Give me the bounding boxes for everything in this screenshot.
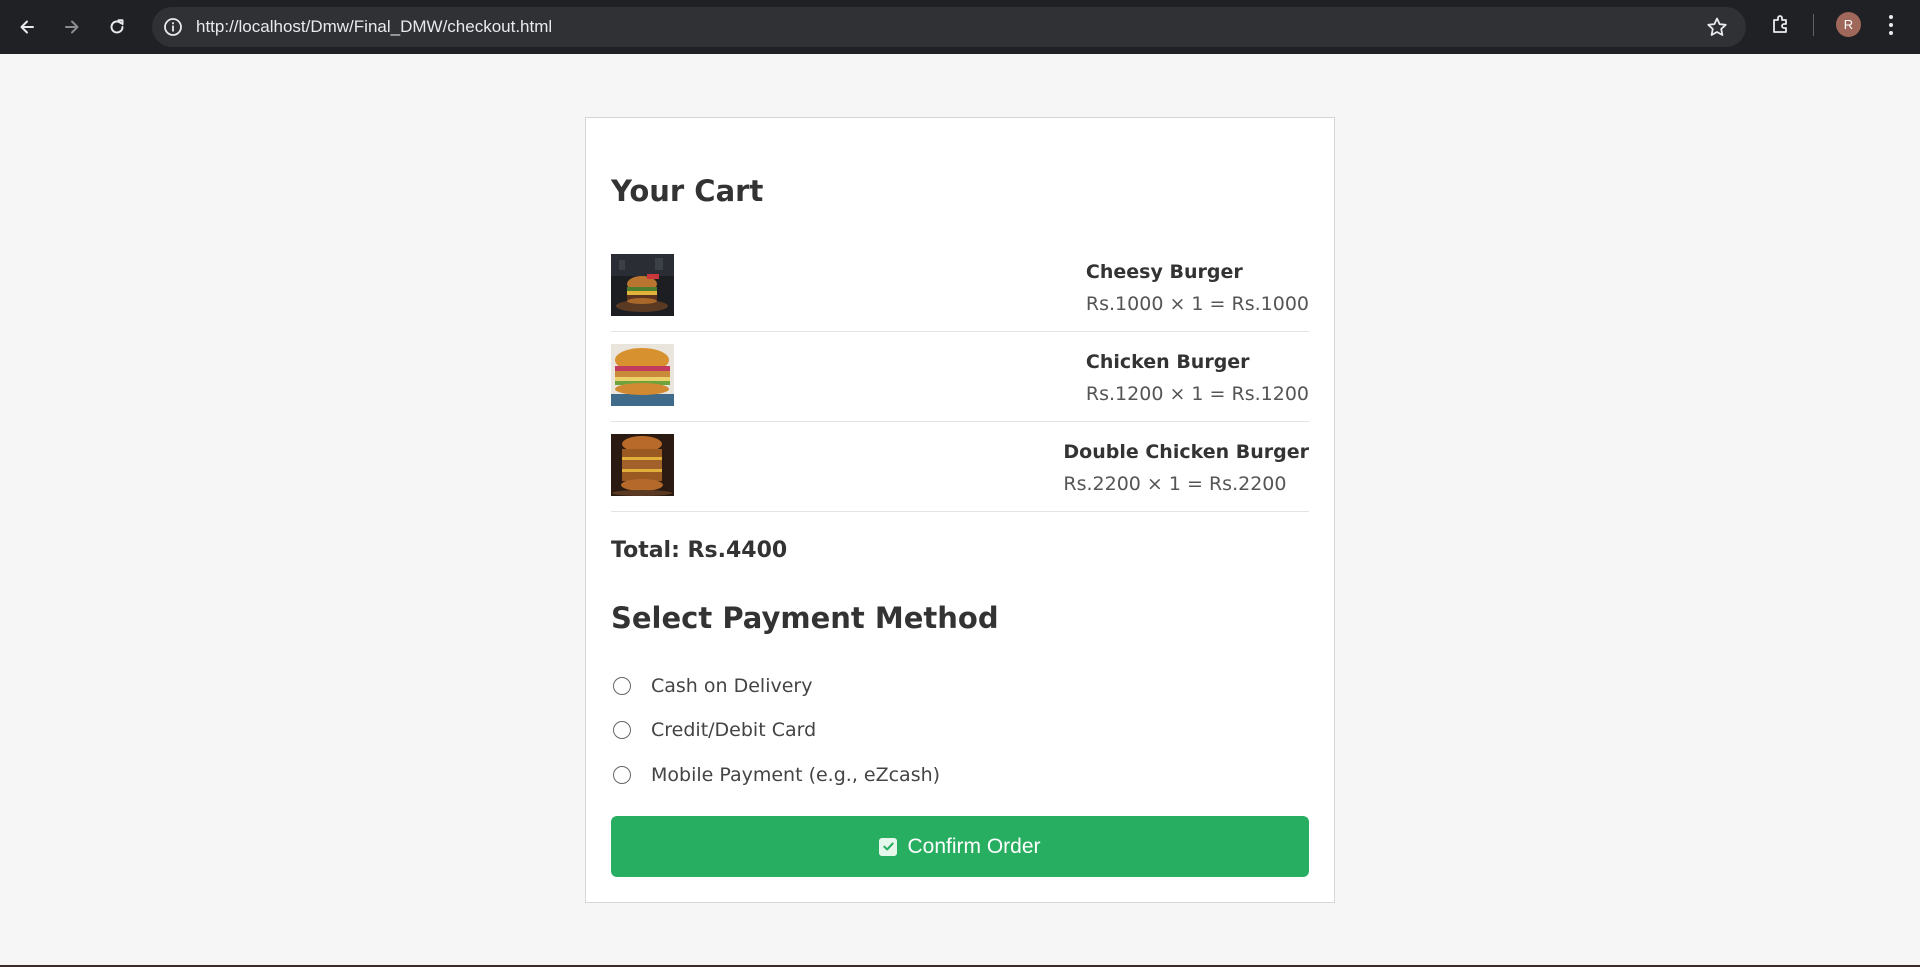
confirm-order-label: Confirm Order — [907, 834, 1041, 858]
payment-option-label: Credit/Debit Card — [651, 719, 817, 741]
checkout-card: Your Cart Cheesy Burger Rs.1000 × 1 = Rs… — [585, 117, 1335, 903]
cart-item-price: Rs.1000 × 1 = Rs.1000 — [1085, 293, 1309, 315]
back-arrow-icon[interactable] — [13, 13, 41, 41]
star-icon[interactable] — [1706, 16, 1728, 38]
cart-title: Your Cart — [611, 174, 764, 208]
confirm-order-button[interactable]: Confirm Order — [611, 816, 1309, 877]
payment-option-label: Cash on Delivery — [651, 675, 813, 697]
payment-option-mobile[interactable]: Mobile Payment (e.g., eZcash) — [613, 760, 940, 790]
cart-item-price: Rs.2200 × 1 = Rs.2200 — [1063, 473, 1287, 495]
cart-item-info: Chicken Burger Rs.1200 × 1 = Rs.1200 — [1086, 348, 1309, 412]
cart-item-price: Rs.1200 × 1 = Rs.1200 — [1085, 383, 1309, 405]
cart-item: Double Chicken Burger Rs.2200 × 1 = Rs.2… — [611, 422, 1309, 512]
toolbar-divider — [1813, 14, 1814, 36]
extensions-icon[interactable] — [1768, 12, 1794, 38]
menu-icon[interactable] — [1888, 15, 1894, 37]
cart-item-info: Cheesy Burger Rs.1000 × 1 = Rs.1000 — [1086, 258, 1309, 322]
payment-option-cod[interactable]: Cash on Delivery — [613, 671, 812, 701]
browser-toolbar: http://localhost/Dmw/Final_DMW/checkout.… — [0, 0, 1920, 54]
payment-option-label: Mobile Payment (e.g., eZcash) — [651, 764, 941, 786]
cart-item-name: Double Chicken Burger — [1063, 441, 1309, 463]
cart-item: Cheesy Burger Rs.1000 × 1 = Rs.1000 — [611, 242, 1309, 332]
reload-icon[interactable] — [103, 13, 131, 41]
url-text[interactable]: http://localhost/Dmw/Final_DMW/checkout.… — [196, 17, 552, 37]
cart-item: Chicken Burger Rs.1200 × 1 = Rs.1200 — [611, 332, 1309, 422]
chicken-burger-image — [611, 344, 674, 406]
payment-option-card[interactable]: Credit/Debit Card — [613, 715, 816, 745]
forward-arrow-icon[interactable] — [58, 13, 86, 41]
radio-button[interactable] — [613, 677, 631, 695]
profile-avatar[interactable]: R — [1836, 12, 1861, 37]
cart-total: Total: Rs.4400 — [611, 538, 788, 563]
payment-method-title: Select Payment Method — [611, 601, 999, 635]
cart-item-name: Cheesy Burger — [1085, 261, 1243, 283]
address-bar[interactable]: http://localhost/Dmw/Final_DMW/checkout.… — [152, 7, 1746, 47]
cheesy-burger-image — [611, 254, 674, 316]
radio-button[interactable] — [613, 766, 631, 784]
cart-item-info: Double Chicken Burger Rs.2200 × 1 = Rs.2… — [1063, 438, 1309, 502]
double-chicken-burger-image — [611, 434, 674, 496]
checkmark-icon — [879, 837, 898, 856]
cart-item-name: Chicken Burger — [1085, 351, 1250, 373]
info-icon[interactable] — [162, 16, 184, 38]
radio-button[interactable] — [613, 721, 631, 739]
